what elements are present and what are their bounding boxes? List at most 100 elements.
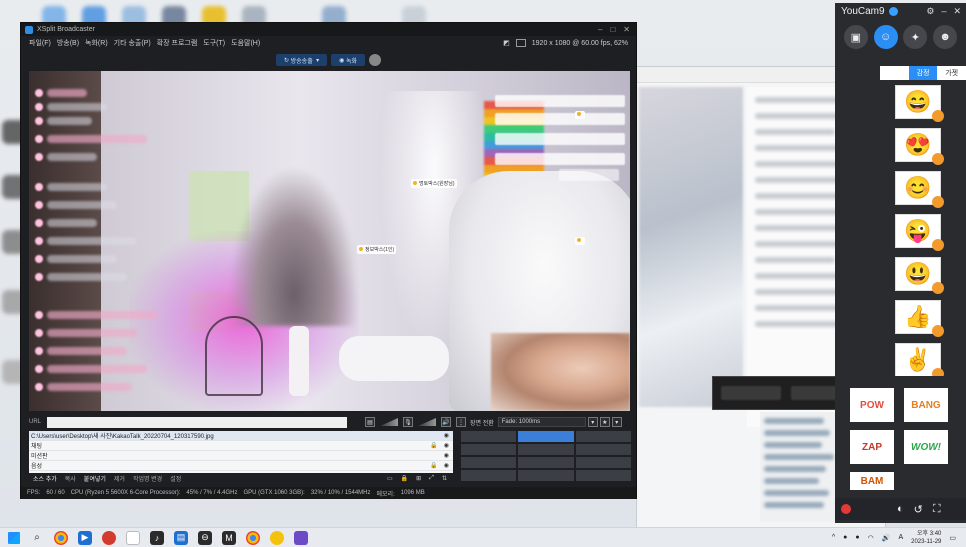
canvas-tag[interactable] [575,237,585,245]
chrome-icon[interactable] [246,530,260,545]
chevron-down-icon[interactable]: ▾ [611,417,622,427]
paste-button[interactable]: 붙여넣기 [84,474,106,483]
volume-icon[interactable]: 🔊 [882,534,891,542]
scene-button[interactable] [575,457,631,468]
chrome-icon[interactable] [54,530,68,545]
menu-help[interactable]: 도움말(H) [231,38,260,48]
menu-extensions[interactable]: 확장 프로그램 [157,38,198,48]
scene-button[interactable] [461,470,517,481]
list-item[interactable] [764,430,830,436]
eye-icon[interactable]: ◉ [444,452,449,459]
list-item[interactable] [764,478,819,484]
avatar-icon[interactable]: ☻ [933,25,958,49]
notification-icon[interactable]: ▭ [949,534,956,542]
clock[interactable]: 오후 3:40 2023-11-29 [911,530,941,546]
ime-indicator[interactable]: A [898,534,903,541]
file-icon[interactable] [126,530,140,545]
emoji-tile[interactable]: 😊 [895,171,944,208]
app-icon[interactable] [102,530,116,545]
emoji-tile[interactable]: ✌️ [895,343,944,380]
scene-button[interactable] [575,431,631,442]
app-icon[interactable]: ▤ [174,530,188,545]
grid-icon[interactable]: ⊞ [416,475,421,482]
sticker-tile[interactable]: BANG [904,388,948,422]
app-icon[interactable]: ⊖ [198,530,212,545]
sticker-tile[interactable]: WOW! [904,430,948,464]
list-item[interactable] [764,466,826,472]
microphone-icon[interactable]: 🎙 [403,417,414,427]
emoji-tile[interactable]: 😜 [895,214,944,251]
list-item[interactable] [764,454,834,460]
settings-button[interactable]: 설정 [170,474,181,483]
scene-button[interactable] [575,470,631,481]
minimize-icon[interactable]: – [598,25,602,34]
remove-button[interactable]: 제거 [114,474,125,483]
webcam-overlay[interactable] [491,333,630,411]
tab-gadget[interactable]: 가젯 [937,66,966,80]
emoji-tile[interactable]: 😍 [895,128,944,165]
effects-icon[interactable]: ✦ [903,25,928,49]
record-button[interactable]: ◉ 녹화 [331,54,366,66]
tray-app-icon[interactable]: ● [855,534,859,541]
minimize-icon[interactable]: – [941,6,946,17]
expand-icon[interactable]: ⤢ [429,475,434,482]
share-icon[interactable]: ◩ [503,39,510,47]
close-icon[interactable]: ✕ [953,6,961,17]
sticker-tile[interactable]: BAM [850,472,894,490]
xsplit-titlebar[interactable]: XSplit Broadcaster – □ ✕ [21,23,636,36]
folder-icon[interactable]: ▭ [387,475,393,482]
emoji-tile[interactable]: 😃 [895,257,944,294]
app-icon[interactable]: M [222,530,236,545]
undo-icon[interactable]: ↺ [914,503,923,516]
resolution-label[interactable]: 1920 x 1080 @ 60.00 fps, 62% [532,40,628,47]
lock-icon[interactable]: 🔒 [430,442,437,449]
app-icon[interactable]: ▶ [78,530,92,545]
speaker-icon[interactable]: 🔊 [441,417,452,427]
notification-icon[interactable] [888,6,898,16]
canvas-tag[interactable]: 정보박스(1인) [357,245,397,254]
star-icon[interactable]: ★ [599,417,610,427]
tab-blank[interactable] [880,66,909,80]
source-row[interactable]: 채팅 🔒 ◉ [29,441,453,451]
layout-icon[interactable]: ▤ [365,417,376,427]
picture-in-picture-icon[interactable]: ▣ [843,25,868,49]
list-item[interactable] [764,418,824,424]
url-input[interactable] [47,416,348,428]
tiktok-icon[interactable]: ♪ [150,530,164,545]
settings-icon[interactable]: ⋮ [456,417,467,427]
menu-other-output[interactable]: 기타 송출(P) [114,38,151,48]
sticker-tile[interactable]: ZAP [850,430,894,464]
search-icon[interactable]: ⌕ [30,531,44,545]
broadcast-button[interactable]: ↻ 방송송출 ▾ [275,54,328,66]
list-item[interactable] [764,442,822,448]
scene-button[interactable] [518,457,574,468]
list-item[interactable] [764,502,824,508]
chevron-down-icon[interactable]: ▾ [313,57,319,64]
record-icon[interactable] [841,504,851,514]
menu-broadcast[interactable]: 방송(B) [57,38,79,48]
popup-button[interactable] [721,386,781,400]
lock-icon[interactable]: 🔒 [430,462,437,469]
lock-icon[interactable]: 🔒 [401,475,408,482]
close-icon[interactable]: ✕ [623,25,630,34]
menu-file[interactable]: 파일(F) [29,38,51,48]
fullscreen-icon[interactable]: ⛶ [933,503,941,516]
tab-emotion[interactable]: 감정 [908,66,938,80]
add-source-button[interactable]: 소스 추가 [33,474,57,483]
scene-button[interactable] [461,444,517,455]
sort-icon[interactable]: ⇅ [442,475,447,482]
youcam-titlebar[interactable]: YouCam 9 ⚙ – ✕ [835,3,966,19]
app-icon[interactable] [270,530,284,545]
menu-record[interactable]: 녹화(R) [85,38,108,48]
emoji-mode-icon[interactable]: ☺ [873,25,898,49]
chevron-down-icon[interactable]: ▾ [587,417,598,427]
wifi-icon[interactable]: ◠ [868,534,874,542]
eye-icon[interactable]: ◉ [444,442,449,449]
tray-app-icon[interactable]: ● [843,534,847,541]
scene-button[interactable] [518,470,574,481]
emoji-tile[interactable]: 😄 [895,85,944,122]
list-item[interactable] [764,490,829,496]
scene-button[interactable] [461,431,517,442]
scene-button[interactable] [575,444,631,455]
copy-button[interactable]: 복사 [65,474,76,483]
